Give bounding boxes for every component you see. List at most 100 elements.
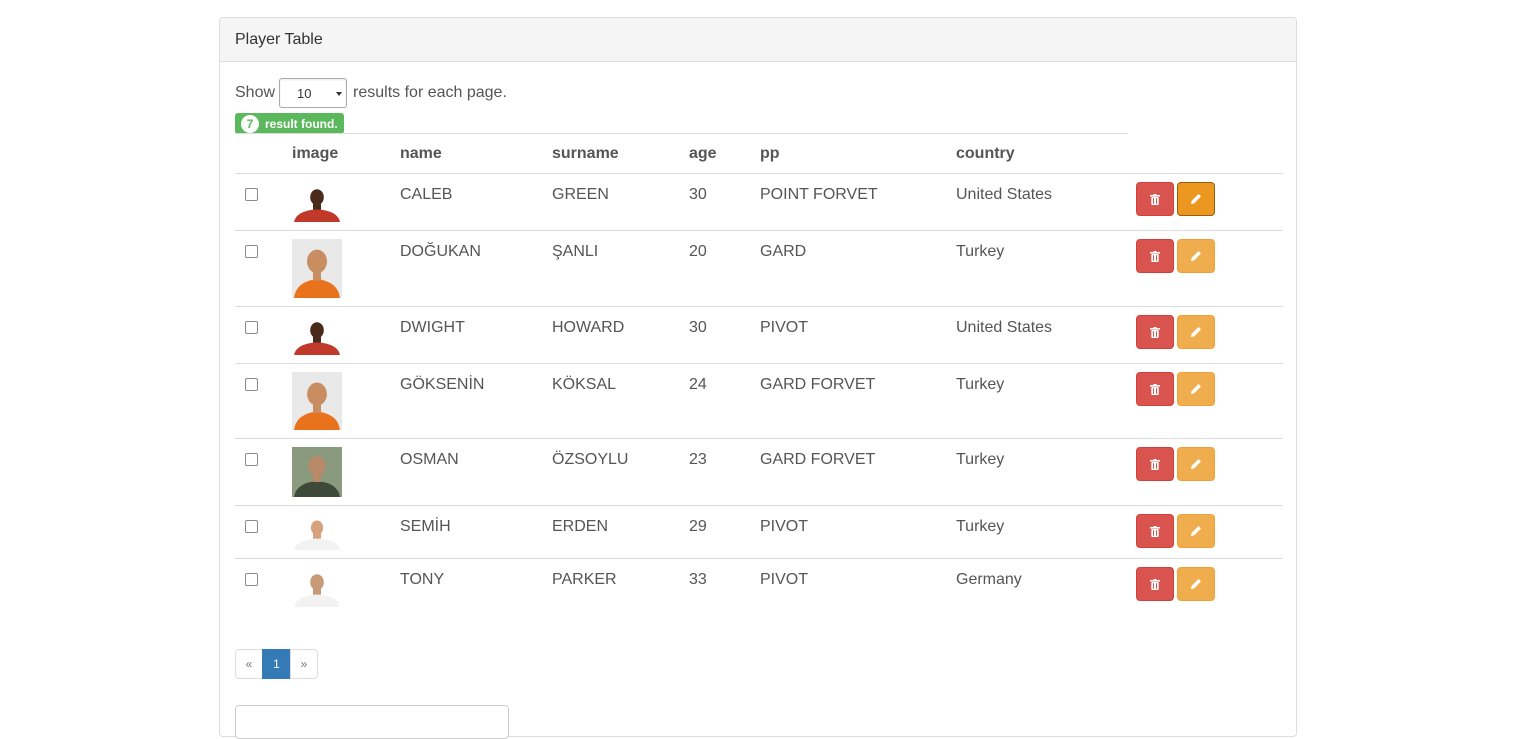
- trash-icon: [1150, 383, 1160, 395]
- edit-button[interactable]: [1177, 182, 1215, 216]
- cell-country: Turkey: [956, 376, 1005, 393]
- player-photo-image: [292, 182, 342, 222]
- page-size-control: Show 10 results for each page.: [235, 78, 507, 108]
- pagination-page-1[interactable]: 1: [262, 649, 291, 679]
- pencil-icon: [1191, 384, 1201, 394]
- cell-name: OSMAN: [400, 451, 459, 468]
- edit-button[interactable]: [1177, 372, 1215, 406]
- cell-surname: ŞANLI: [552, 243, 599, 260]
- player-photo-image: [292, 567, 342, 607]
- player-photo: [292, 514, 342, 550]
- delete-button[interactable]: [1136, 182, 1174, 216]
- cell-surname: PARKER: [552, 571, 617, 588]
- cell-pp: PIVOT: [760, 319, 809, 336]
- edit-button[interactable]: [1177, 315, 1215, 349]
- row-checkbox[interactable]: [245, 378, 258, 391]
- player-photo-image: [292, 447, 342, 497]
- player-table-panel: Player Table Show 10 results for each pa…: [219, 17, 1297, 739]
- edit-button[interactable]: [1177, 514, 1215, 548]
- delete-button[interactable]: [1136, 239, 1174, 273]
- row-checkbox[interactable]: [245, 321, 258, 334]
- pagination-prev[interactable]: «: [235, 649, 263, 679]
- result-count-text: result found.: [265, 116, 338, 131]
- cell-pp: PIVOT: [760, 518, 809, 535]
- pagination: « 1 »: [235, 649, 318, 679]
- cell-country: Germany: [956, 571, 1022, 588]
- pencil-icon: [1191, 526, 1201, 536]
- cell-country: United States: [956, 319, 1053, 336]
- delete-button[interactable]: [1136, 372, 1174, 406]
- cell-country: Turkey: [956, 451, 1005, 468]
- cell-surname: GREEN: [552, 186, 609, 203]
- result-count-badge: 7 result found.: [235, 113, 344, 134]
- column-header-pp: pp: [760, 145, 780, 162]
- edit-button[interactable]: [1177, 447, 1215, 481]
- cell-name: SEMİH: [400, 518, 451, 535]
- player-photo-image: [292, 315, 342, 355]
- cell-surname: ERDEN: [552, 518, 609, 535]
- cell-pp: POINT FORVET: [760, 186, 878, 203]
- cell-country: Turkey: [956, 518, 1005, 535]
- row-checkbox[interactable]: [245, 520, 258, 533]
- player-photo: [292, 447, 342, 497]
- edit-button[interactable]: [1177, 567, 1215, 601]
- player-photo-image: [292, 514, 342, 550]
- player-photo: [292, 315, 342, 355]
- page-size-select[interactable]: 10: [279, 78, 348, 108]
- cell-surname: ÖZSOYLU: [552, 451, 629, 468]
- player-photo: [292, 182, 342, 222]
- table-row: DOĞUKAN ŞANLI 20 GARD Turkey: [235, 230, 1283, 307]
- delete-button[interactable]: [1136, 447, 1174, 481]
- delete-button[interactable]: [1136, 315, 1174, 349]
- cell-pp: PIVOT: [760, 571, 809, 588]
- column-header-country: country: [956, 145, 1015, 162]
- trash-icon: [1150, 250, 1160, 262]
- table-row: OSMAN ÖZSOYLU 23 GARD FORVET Turkey: [235, 438, 1283, 506]
- player-photo: [292, 567, 342, 607]
- table-row: CALEB GREEN 30 POINT FORVET United States: [235, 173, 1283, 231]
- show-label: Show: [235, 84, 276, 101]
- row-checkbox[interactable]: [245, 188, 258, 201]
- cell-age: 20: [689, 243, 707, 260]
- cell-age: 29: [689, 518, 707, 535]
- cell-pp: GARD FORVET: [760, 451, 876, 468]
- pencil-icon: [1191, 251, 1201, 261]
- player-photo-image: [292, 239, 342, 298]
- page-size-suffix: results for each page.: [353, 84, 507, 101]
- table-row: DWIGHT HOWARD 30 PIVOT United States: [235, 306, 1283, 364]
- trash-icon: [1150, 578, 1160, 590]
- pencil-icon: [1191, 459, 1201, 469]
- pencil-icon: [1191, 327, 1201, 337]
- row-checkbox[interactable]: [245, 245, 258, 258]
- cell-surname: HOWARD: [552, 319, 625, 336]
- player-photo: [292, 239, 342, 298]
- delete-button[interactable]: [1136, 567, 1174, 601]
- cell-name: DOĞUKAN: [400, 243, 481, 260]
- cell-age: 30: [689, 319, 707, 336]
- player-photo-image: [292, 372, 342, 430]
- cell-age: 24: [689, 376, 707, 393]
- row-checkbox[interactable]: [245, 453, 258, 466]
- bottom-field[interactable]: [235, 705, 509, 739]
- trash-icon: [1150, 193, 1160, 205]
- column-header-age: age: [689, 145, 717, 162]
- delete-button[interactable]: [1136, 514, 1174, 548]
- trash-icon: [1150, 525, 1160, 537]
- header-divider: [235, 133, 1128, 134]
- row-checkbox[interactable]: [245, 573, 258, 586]
- pencil-icon: [1191, 579, 1201, 589]
- cell-name: GÖKSENİN: [400, 376, 485, 393]
- page-size-value: 10: [297, 86, 312, 101]
- column-header-name: name: [400, 145, 442, 162]
- cell-country: United States: [956, 186, 1053, 203]
- pagination-next[interactable]: »: [290, 649, 318, 679]
- cell-name: CALEB: [400, 186, 453, 203]
- cell-pp: GARD FORVET: [760, 376, 876, 393]
- edit-button[interactable]: [1177, 239, 1215, 273]
- cell-age: 30: [689, 186, 707, 203]
- table-row: SEMİH ERDEN 29 PIVOT Turkey: [235, 505, 1283, 559]
- table-row: TONY PARKER 33 PIVOT Germany: [235, 558, 1283, 617]
- player-photo: [292, 372, 342, 430]
- chevron-down-icon: [336, 92, 343, 96]
- cell-age: 33: [689, 571, 707, 588]
